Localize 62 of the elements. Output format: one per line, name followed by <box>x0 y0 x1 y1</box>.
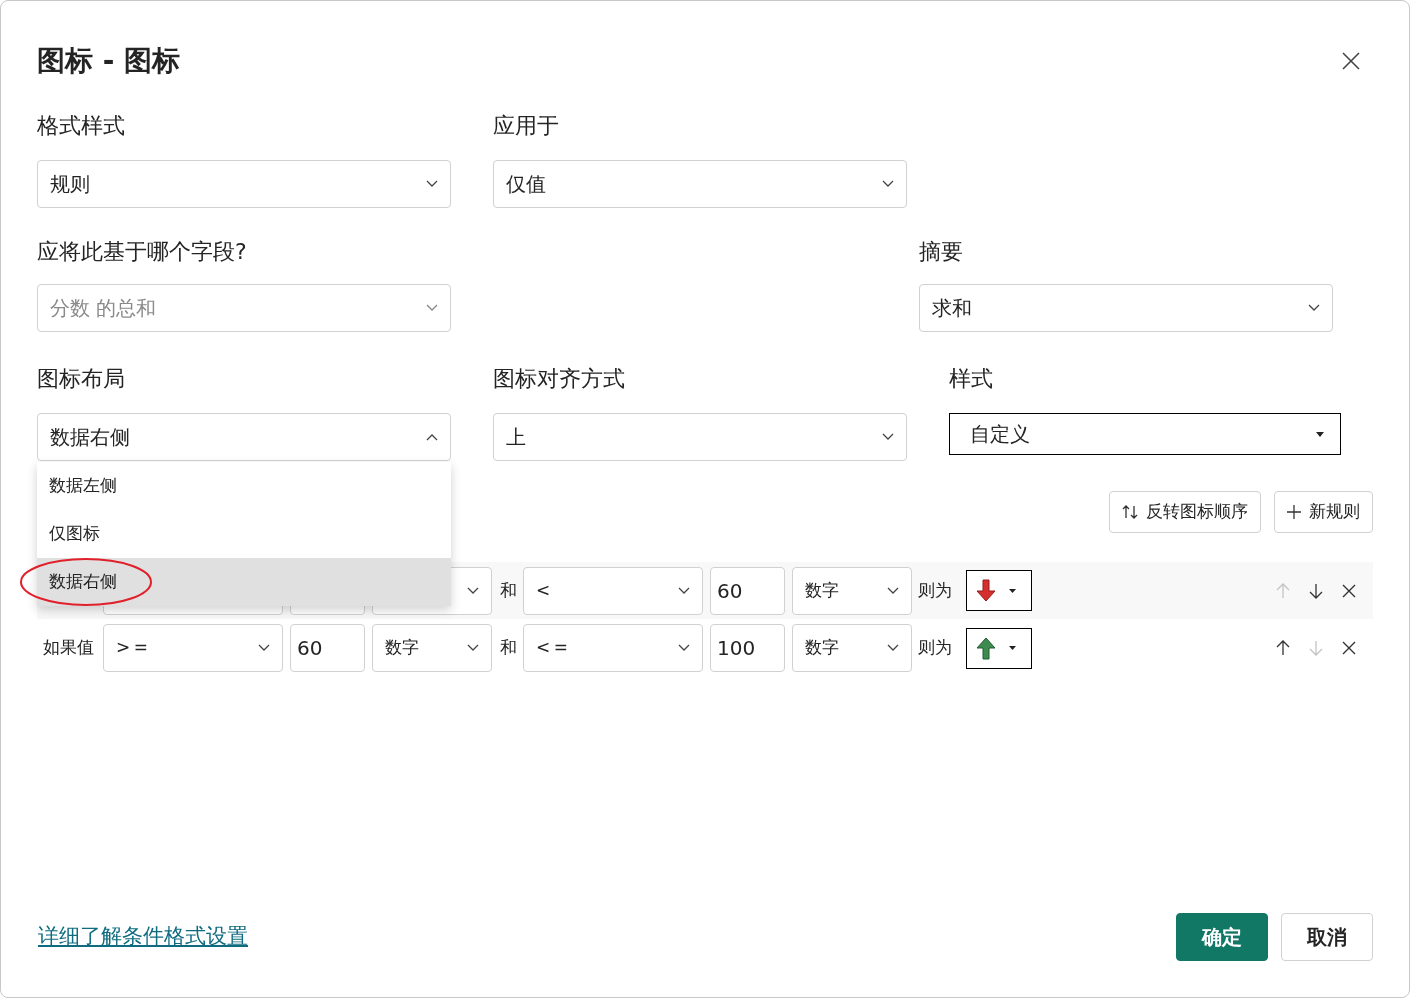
number-field[interactable]: 60 <box>290 624 365 672</box>
dropdown-field[interactable]: 上 <box>493 413 907 461</box>
field-label: 应将此基于哪个字段? <box>37 238 248 266</box>
dropdown-option[interactable]: 数据左侧 <box>37 462 451 510</box>
then-label: 则为 <box>918 578 953 602</box>
arrow-down-icon <box>975 578 997 603</box>
dropdown-field[interactable]: 仅值 <box>493 160 907 208</box>
chevron-down-icon <box>882 433 894 441</box>
chevron-down-icon <box>887 586 899 595</box>
dropdown-field[interactable]: 规则 <box>37 160 451 208</box>
chevron-down-icon <box>887 644 899 652</box>
sort-arrows-icon <box>1122 504 1138 520</box>
cancel-button[interactable]: 取消 <box>1281 913 1373 961</box>
confirm-button[interactable]: 确定 <box>1176 913 1268 961</box>
caret-down-icon <box>1316 431 1324 437</box>
chevron-down-icon <box>467 644 479 652</box>
arrow-up-icon <box>975 636 997 660</box>
move-up-icon[interactable] <box>1275 640 1291 656</box>
chevron-down-icon <box>678 586 690 595</box>
help-link[interactable]: 详细了解条件格式设置 <box>38 921 248 953</box>
icon-picker[interactable] <box>966 570 1032 611</box>
chevron-down-icon <box>882 180 894 188</box>
chevron-down-icon <box>1308 304 1320 312</box>
chevron-down-icon <box>426 180 438 188</box>
new-rule-button[interactable]: 新规则 <box>1274 491 1373 533</box>
chevron-down-icon <box>678 644 690 652</box>
rule-label: 如果值 <box>43 636 95 660</box>
dropdown-field[interactable]: < <box>523 566 703 615</box>
delete-icon[interactable] <box>1341 582 1357 599</box>
style-dropdown[interactable]: 自定义 <box>949 413 1341 455</box>
close-icon[interactable] <box>1341 51 1361 71</box>
dropdown-field[interactable]: 数字 <box>792 566 912 615</box>
dropdown-field[interactable]: >= <box>103 624 283 672</box>
and-label: 和 <box>500 636 518 660</box>
delete-icon[interactable] <box>1341 640 1357 656</box>
and-label: 和 <box>500 578 518 602</box>
chevron-down-icon <box>258 644 270 652</box>
move-down-icon[interactable] <box>1308 582 1324 599</box>
field-label: 图标布局 <box>37 365 126 393</box>
field-label: 样式 <box>949 365 994 393</box>
field-label: 摘要 <box>919 238 964 266</box>
caret-down-icon <box>1009 646 1016 650</box>
caret-down-icon <box>1009 588 1016 593</box>
field-label: 应用于 <box>493 112 560 140</box>
chevron-down-icon <box>426 304 438 312</box>
dropdown-field[interactable]: 数字 <box>792 624 912 672</box>
icon-picker[interactable] <box>966 627 1032 669</box>
chevron-down-icon <box>467 586 479 595</box>
reverse-order-button[interactable]: 反转图标顺序 <box>1109 491 1261 533</box>
dialog-title: 图标 - 图标 <box>37 43 181 79</box>
field-label: 图标对齐方式 <box>493 365 626 393</box>
then-label: 则为 <box>918 636 953 660</box>
dropdown-field[interactable]: 数字 <box>372 624 492 672</box>
dropdown-option[interactable]: 仅图标 <box>37 510 451 558</box>
dropdown-field[interactable]: 数据右侧 <box>37 413 451 461</box>
number-field[interactable]: 100 <box>710 624 785 672</box>
dropdown-option[interactable]: 数据右侧 <box>37 558 451 606</box>
dropdown-field[interactable]: 求和 <box>919 284 1333 332</box>
number-field[interactable]: 60 <box>710 566 785 615</box>
plus-icon <box>1287 505 1301 519</box>
dropdown-field[interactable]: <= <box>523 624 703 672</box>
field-label: 格式样式 <box>37 112 126 140</box>
